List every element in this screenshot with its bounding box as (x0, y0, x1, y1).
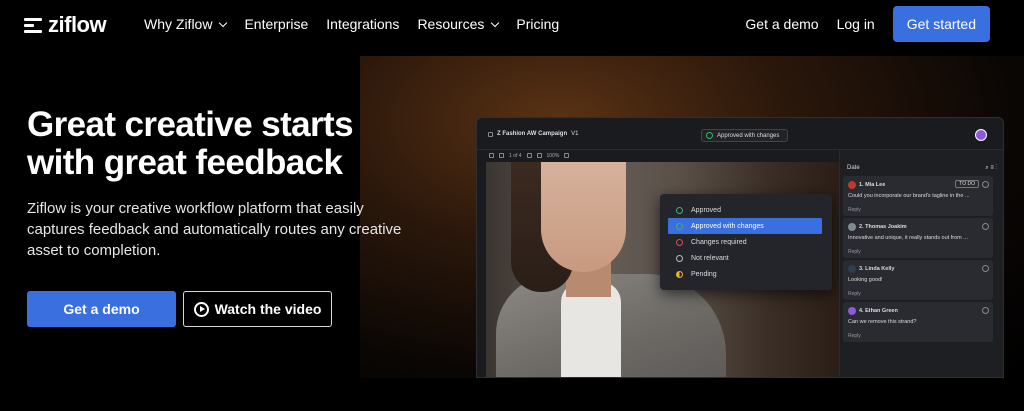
status-label: Approved (691, 206, 721, 214)
watch-video-button[interactable]: Watch the video (183, 291, 332, 327)
refresh-icon (676, 238, 683, 246)
get-started-button[interactable]: Get started (892, 6, 990, 42)
get-demo-button[interactable]: Get a demo (27, 291, 176, 327)
comments-header: Date ⌕ ≡ ⋮ (847, 165, 997, 172)
compare-icon (526, 153, 532, 158)
comment-author: 2. Thomas Joakim (859, 224, 907, 230)
pending-icon (676, 270, 683, 278)
status-approved: Approved (668, 202, 822, 218)
nav-resources[interactable]: Resources (417, 16, 500, 32)
check-circle-icon (676, 222, 683, 230)
nav-link-label: Enterprise (244, 16, 309, 32)
status-label: Not relevant (691, 254, 729, 262)
get-demo-label: Get a demo (63, 301, 140, 317)
comment-text: Looking good! (848, 277, 883, 283)
settings-icon (536, 153, 542, 158)
reply-link: Reply (848, 207, 861, 213)
viewer-toolbar: 1 of 4 100% (477, 150, 839, 161)
status-label: Changes required (691, 238, 747, 246)
hand-icon (564, 153, 570, 158)
comment-author: 4. Ethan Green (859, 308, 898, 314)
logo-icon (24, 16, 42, 34)
comment-card: 2. Thomas Joakim Innovative and unique, … (843, 218, 993, 258)
comment-text: Can we remove this strand? (848, 319, 917, 325)
panel-icon (489, 153, 494, 158)
project-name: Z Fashion AW Campaign (497, 131, 568, 137)
comment-head: 3. Linda Kelly (848, 265, 894, 273)
status-not-relevant: Not relevant (668, 250, 822, 266)
resolve-icon (982, 181, 989, 188)
nav-why-ziflow[interactable]: Why Ziflow (144, 16, 228, 32)
nav-integrations[interactable]: Integrations (326, 16, 399, 32)
todo-badge: TO DO (955, 180, 979, 188)
project-title: Z Fashion AW Campaign V1 (488, 131, 578, 137)
avatar (975, 129, 987, 141)
comment-author: 1. Mia Lee (859, 182, 886, 188)
comment-card: 3. Linda Kelly Looking good! Reply (843, 260, 993, 300)
approved-icon (706, 132, 713, 139)
filter-icon: ⌕ ≡ ⋮ (985, 165, 997, 171)
play-icon (193, 301, 209, 317)
top-nav: ziflow Why Ziflow Enterprise Integration… (0, 0, 1024, 48)
logo-text: ziflow (48, 12, 107, 37)
nav-link-label: Pricing (516, 16, 560, 32)
chevron-down-icon (219, 18, 228, 27)
resolve-icon (982, 223, 989, 230)
nav-link-label: Integrations (326, 16, 400, 32)
nav-enterprise[interactable]: Enterprise (244, 16, 308, 32)
avatar (848, 181, 856, 189)
resolve-icon (982, 265, 989, 272)
status-pill-label: Approved with changes (717, 132, 780, 139)
app-screenshot: Z Fashion AW Campaign V1 Approved with c… (476, 117, 1004, 378)
comment-head: 2. Thomas Joakim (848, 223, 907, 231)
comments-panel: Date ⌕ ≡ ⋮ 1. Mia Lee TO DO Could you in… (839, 150, 1003, 377)
creative-image: Approved Approved with changes Changes r… (486, 162, 839, 377)
circle-icon (676, 254, 683, 262)
app-header: Z Fashion AW Campaign V1 Approved with c… (477, 118, 1003, 150)
layout-icon (499, 153, 504, 158)
avatar (848, 223, 856, 231)
comment-text: Could you incorporate our brand's taglin… (848, 193, 970, 199)
reply-link: Reply (848, 249, 861, 255)
version-label: V1 (571, 131, 579, 137)
avatar (848, 307, 856, 315)
status-pill: Approved with changes (701, 129, 789, 142)
reply-link: Reply (848, 333, 861, 339)
comment-author: 3. Linda Kelly (859, 266, 895, 272)
comment-head: 4. Ethan Green (848, 307, 898, 315)
page-indicator: 1 of 4 (509, 152, 522, 159)
nav-link-label: Resources (417, 16, 485, 32)
login-link[interactable]: Log in (837, 16, 875, 32)
chevron-down-icon (491, 18, 500, 27)
nav-actions: Get a demo Log in Get started (745, 6, 990, 42)
status-menu: Approved Approved with changes Changes r… (660, 194, 832, 290)
comment-head: 1. Mia Lee (848, 181, 885, 189)
status-pending: Pending (668, 266, 822, 282)
reply-link: Reply (848, 291, 861, 297)
nav-link-label: Why Ziflow (144, 16, 213, 32)
ziflow-logo[interactable]: ziflow (24, 12, 107, 38)
check-circle-icon (676, 206, 683, 214)
comment-text: Innovative and unique, it really stands … (848, 235, 968, 241)
bottom-strip (360, 378, 1024, 411)
nav-get-demo-link[interactable]: Get a demo (745, 16, 818, 32)
avatar (848, 265, 856, 273)
nav-pricing[interactable]: Pricing (516, 16, 559, 32)
nav-links: Why Ziflow Enterprise Integrations Resou… (144, 16, 559, 32)
watch-video-label: Watch the video (214, 301, 322, 317)
zoom-level: 100% (546, 152, 560, 159)
hero-headline: Great creative starts with great feedbac… (27, 105, 354, 182)
status-approved-with-changes: Approved with changes (668, 218, 822, 234)
sort-label: Date (847, 165, 860, 171)
status-changes-required: Changes required (668, 234, 822, 250)
comment-card: 4. Ethan Green Can we remove this strand… (843, 302, 993, 342)
grid-icon (488, 131, 493, 137)
comment-card: 1. Mia Lee TO DO Could you incorporate o… (843, 176, 993, 216)
status-label: Approved with changes (691, 222, 764, 230)
status-label: Pending (691, 270, 717, 278)
hero-subtext: Ziflow is your creative workflow platfor… (27, 200, 402, 259)
face-shape (541, 162, 626, 272)
resolve-icon (982, 307, 989, 314)
